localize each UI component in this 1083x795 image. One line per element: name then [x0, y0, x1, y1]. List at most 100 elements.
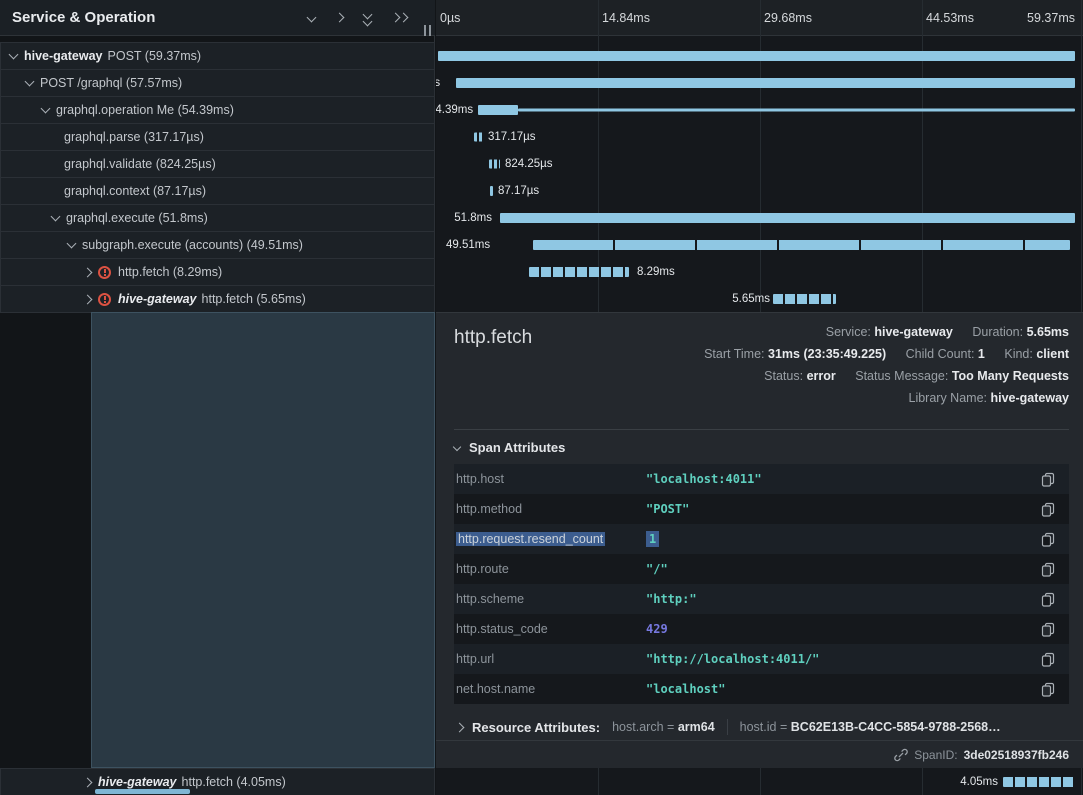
- span-duration-bar[interactable]: [533, 240, 1070, 250]
- chevron-down-icon[interactable]: [306, 12, 317, 23]
- span-duration-bar[interactable]: [500, 213, 1075, 223]
- span-bar-row[interactable]: 317.17µs: [436, 123, 1083, 150]
- meta-value: 31ms (23:35:49.225): [768, 347, 886, 361]
- error-icon: [98, 266, 111, 279]
- attribute-key: http.method: [456, 502, 646, 516]
- attribute-value: "http://localhost:4011/": [646, 652, 819, 666]
- chevron-right-icon[interactable]: [83, 777, 93, 787]
- equals-sign: =: [667, 720, 674, 734]
- meta-label: Library Name:: [909, 391, 988, 405]
- chevron-down-icon[interactable]: [51, 212, 61, 222]
- chevron-right-icon: [455, 722, 465, 732]
- service-name: hive-gateway: [118, 292, 197, 306]
- span-duration-bar[interactable]: [773, 294, 836, 304]
- span-bar-row[interactable]: 51.8ms: [436, 204, 1083, 231]
- ruler-tick: 44.53ms: [926, 11, 974, 25]
- ruler-tick: 0µs: [440, 11, 460, 25]
- attribute-key: http.scheme: [456, 592, 646, 606]
- span-duration-label: 49.51ms: [446, 239, 490, 251]
- expand-all-icon[interactable]: [362, 9, 373, 27]
- meta-label: Start Time:: [704, 347, 764, 361]
- tree-row[interactable]: graphql.context (87.17µs): [0, 177, 435, 205]
- span-duration-bar[interactable]: [1003, 777, 1075, 787]
- tree-row[interactable]: POST /graphql (57.57ms): [0, 69, 435, 97]
- meta-line: Library Name: hive-gateway: [704, 387, 1069, 409]
- copy-icon[interactable]: [1039, 560, 1057, 579]
- copy-icon[interactable]: [1039, 590, 1057, 609]
- chevron-down-icon[interactable]: [41, 104, 51, 114]
- link-icon[interactable]: [894, 748, 908, 762]
- operation-label: http.fetch (4.05ms): [182, 775, 286, 789]
- resource-key: host.id: [740, 720, 777, 734]
- span-duration-bar[interactable]: [529, 267, 629, 277]
- span-bar-row[interactable]: 87.17µs: [436, 177, 1083, 204]
- span-bar-row[interactable]: 49.51ms: [436, 231, 1083, 258]
- service-name: hive-gateway: [24, 49, 103, 63]
- meta-line: Start Time: 31ms (23:35:49.225) Child Co…: [704, 343, 1069, 365]
- chevron-right-icon[interactable]: [334, 12, 345, 23]
- operation-label: graphql.context (87.17µs): [64, 184, 206, 198]
- attribute-row[interactable]: http.host "localhost:4011": [454, 464, 1069, 494]
- span-duration-bar[interactable]: [490, 186, 493, 196]
- meta-line: Status: error Status Message: Too Many R…: [704, 365, 1069, 387]
- tree-row[interactable]: graphql.parse (317.17µs): [0, 123, 435, 151]
- attribute-row[interactable]: http.url "http://localhost:4011/": [454, 644, 1069, 674]
- attribute-row-selected[interactable]: http.request.resend_count 1: [454, 524, 1069, 554]
- span-id-value: 3de02518937fb246: [964, 748, 1069, 762]
- chevron-down-icon[interactable]: [67, 239, 77, 249]
- span-bar-row[interactable]: 8.29ms: [436, 258, 1083, 285]
- tree-row[interactable]: graphql.execute (51.8ms): [0, 204, 435, 232]
- meta-label: Service:: [826, 325, 871, 339]
- resource-value: BC62E13B-C4CC-5854-9788-2568…: [791, 720, 1001, 734]
- span-duration-bar[interactable]: [518, 108, 1075, 111]
- meta-label: Child Count:: [906, 347, 975, 361]
- meta-value: hive-gateway: [990, 391, 1069, 405]
- span-duration-bar[interactable]: [489, 159, 500, 168]
- span-attributes-header[interactable]: Span Attributes: [454, 440, 565, 455]
- horizontal-scrollbar-thumb[interactable]: [95, 789, 190, 794]
- attribute-value: "/": [646, 562, 668, 576]
- chevron-down-icon[interactable]: [25, 77, 35, 87]
- tree-row[interactable]: hive-gateway http.fetch (4.05ms): [0, 768, 435, 795]
- copy-icon[interactable]: [1039, 530, 1057, 549]
- chevron-down-icon[interactable]: [9, 50, 19, 60]
- resource-attributes-row[interactable]: Resource Attributes: host.arch = arm64 h…: [454, 713, 1069, 741]
- span-duration-label: 824.25µs: [505, 158, 553, 170]
- tree-row[interactable]: http.fetch (8.29ms): [0, 258, 435, 286]
- attribute-row[interactable]: http.status_code 429: [454, 614, 1069, 644]
- tree-row[interactable]: graphql.validate (824.25µs): [0, 150, 435, 178]
- chevron-right-icon[interactable]: [83, 267, 93, 277]
- tree-row[interactable]: hive-gateway POST (59.37ms): [0, 42, 435, 70]
- chevron-right-icon[interactable]: [83, 294, 93, 304]
- span-duration-bar[interactable]: [456, 78, 1075, 88]
- meta-label: Status:: [764, 369, 803, 383]
- span-bar-row[interactable]: 824.25µs: [436, 150, 1083, 177]
- span-duration-bar[interactable]: [474, 132, 483, 141]
- span-bar-row[interactable]: 57.57ms: [436, 69, 1083, 96]
- copy-icon[interactable]: [1039, 620, 1057, 639]
- attribute-row[interactable]: http.scheme "http:": [454, 584, 1069, 614]
- tree-row-selected[interactable]: hive-gateway http.fetch (5.65ms): [0, 285, 435, 313]
- span-bar-row[interactable]: 54.39ms: [436, 96, 1083, 123]
- attribute-row[interactable]: http.route "/": [454, 554, 1069, 584]
- tree-row[interactable]: graphql.operation Me (54.39ms): [0, 96, 435, 124]
- attribute-key: http.url: [456, 652, 646, 666]
- span-bar-row[interactable]: 4.05ms: [436, 768, 1083, 795]
- attribute-key: http.route: [456, 562, 646, 576]
- copy-icon[interactable]: [1039, 500, 1057, 519]
- collapse-all-icon[interactable]: [390, 12, 409, 23]
- copy-icon[interactable]: [1039, 680, 1057, 699]
- tree-row[interactable]: subgraph.execute (accounts) (49.51ms): [0, 231, 435, 259]
- span-tree-panel: Service & Operation hive-gateway POST (5…: [0, 0, 435, 795]
- span-duration-bar[interactable]: [478, 105, 518, 115]
- attribute-row[interactable]: net.host.name "localhost": [454, 674, 1069, 704]
- attribute-value: 1: [646, 532, 659, 546]
- span-duration-bar[interactable]: [438, 51, 1075, 61]
- span-duration-label: 4.05ms: [952, 776, 998, 788]
- span-bar-row[interactable]: 5.65ms: [436, 285, 1083, 312]
- copy-icon[interactable]: [1039, 470, 1057, 489]
- panel-resize-handle[interactable]: [424, 25, 431, 36]
- copy-icon[interactable]: [1039, 650, 1057, 669]
- span-bar-row[interactable]: [436, 42, 1083, 69]
- attribute-row[interactable]: http.method "POST": [454, 494, 1069, 524]
